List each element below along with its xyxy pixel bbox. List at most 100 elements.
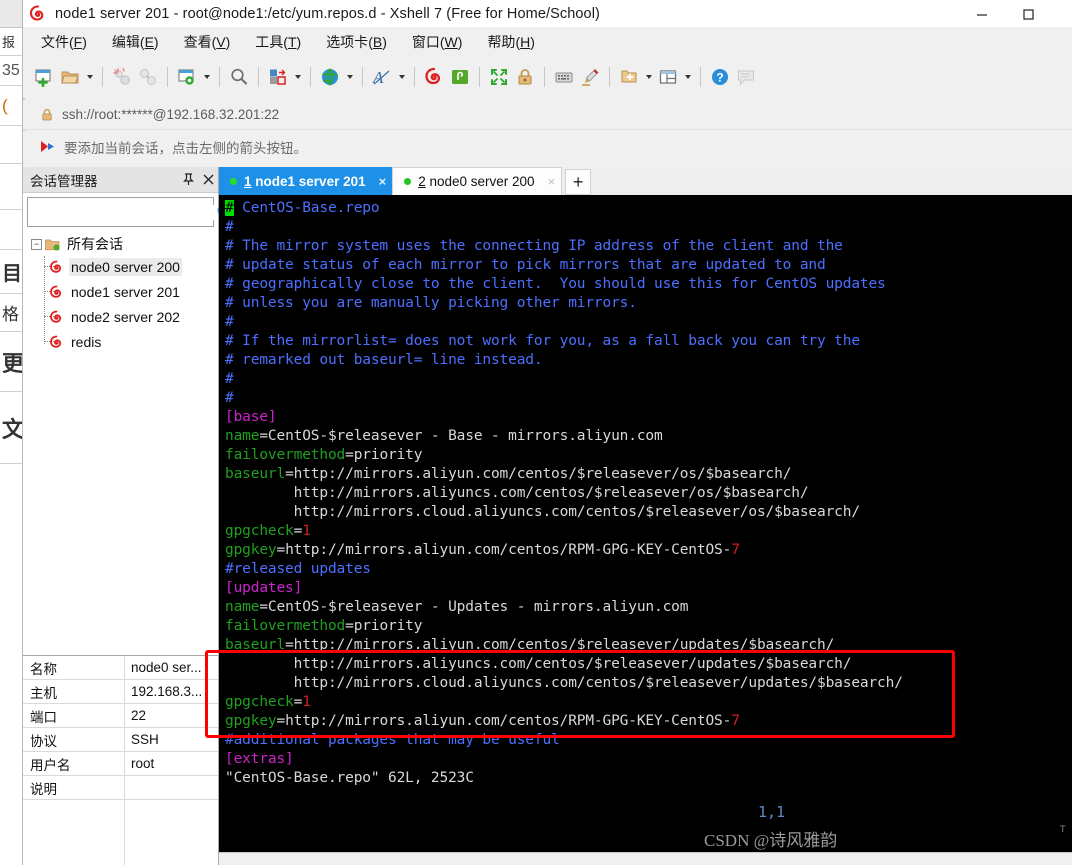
sidebar-item-label: node0 server 200 [69,257,182,276]
tab-index: 1 [244,173,252,189]
fullscreen-icon[interactable] [486,64,512,90]
terminal-line: http://mirrors.cloud.aliyuncs.com/centos… [225,503,1072,522]
xshell-session-icon [49,260,64,274]
comment-icon[interactable] [733,64,759,90]
session-search-box[interactable] [27,197,232,227]
session-properties-icon[interactable] [174,64,200,90]
folder-icon [45,238,60,251]
terminal-line: "CentOS-Base.repo" 62L, 2523C [225,769,1072,788]
sidebar-item-node2-server-202[interactable]: node2 server 202 [31,304,218,329]
reconnect-icon[interactable] [135,64,161,90]
disconnect-icon[interactable] [109,64,135,90]
layout-dropdown-arrow[interactable] [681,64,694,90]
terminal-line: #additional packages that may be useful [225,731,1072,750]
open-folder-dropdown-arrow[interactable] [83,64,96,90]
session-manager-title: 会话管理器 [30,173,98,189]
lock-icon[interactable] [512,64,538,90]
transfer-file-dropdown-arrow[interactable] [291,64,304,90]
sidebar-item-node0-server-200[interactable]: node0 server 200 [31,254,218,279]
address-bar[interactable]: ssh://root:******@192.168.32.201:22 [23,100,1072,130]
new-session-icon[interactable] [31,64,57,90]
terminal-span: http://mirrors.cloud.aliyuncs.com/centos… [225,504,860,520]
xshell-session-icon [49,285,64,299]
session-properties-dropdown-arrow[interactable] [200,64,213,90]
terminal-span: "CentOS-Base.repo" 62L, 2523C [225,770,474,786]
property-value [125,776,218,799]
toolbar-separator [310,67,311,87]
font-dropdown-arrow[interactable] [395,64,408,90]
layout-icon[interactable] [655,64,681,90]
menu-edit[interactable]: 编辑(E) [110,30,161,54]
terminal-span: #additional packages that may be useful [225,732,560,748]
new-tab-button[interactable]: + [565,169,592,195]
terminal-line: # [225,218,1072,237]
highlight-pen-icon[interactable] [577,64,603,90]
title-bar: node1 server 201 - root@node1:/etc/yum.r… [23,0,1072,27]
pin-icon[interactable] [178,169,198,191]
menu-file[interactable]: 文件(F) [39,30,89,54]
new-file-dropdown-arrow[interactable] [642,64,655,90]
xshell-app-icon [29,4,47,23]
new-file-icon[interactable] [616,64,642,90]
maximize-button[interactable] [1005,0,1051,27]
session-properties-table: 名称 node0 ser... 主机 192.168.3... 端口 22 协议… [23,655,218,865]
terminal-line: # [225,313,1072,332]
terminal-span: =http://mirrors.aliyun.com/centos/$relea… [285,466,792,482]
terminal-span: http://mirrors.cloud.aliyuncs.com/centos… [225,675,903,691]
keyboard-icon[interactable] [551,64,577,90]
property-value: node0 ser... [131,660,202,675]
watermark-trademark: T [1060,824,1066,834]
terminal-span: =CentOS-$releasever - Base - mirrors.ali… [259,428,663,444]
toolbar-separator [479,67,480,87]
web-browser-icon[interactable] [317,64,343,90]
terminal-span: [base] [225,409,277,425]
tab-close-icon[interactable]: × [548,174,556,189]
sidebar-item-redis[interactable]: redis [31,329,218,354]
property-key: 协议 [23,728,125,751]
property-key: 端口 [23,704,125,727]
tab-node1-server-201[interactable]: 1 node1 server 201 × [219,167,393,195]
find-icon[interactable] [226,64,252,90]
transfer-file-icon[interactable] [265,64,291,90]
tab-label: node0 server 200 [429,174,535,189]
xftp-icon[interactable] [447,64,473,90]
red-arrow-icon [40,140,57,154]
terminal-output[interactable]: # CentOS-Base.repo # # The mirror system u… [219,195,1072,852]
tab-node0-server-200[interactable]: 2 node0 server 200 × [392,167,563,195]
help-icon[interactable]: ? [707,64,733,90]
xshell-session-icon [49,335,64,349]
close-button[interactable] [1051,0,1072,27]
terminal-span: [updates] [225,580,303,596]
menu-bar: 文件(F) 编辑(E) 查看(V) 工具(T) 选项卡(B) 窗口(W) 帮助(… [23,27,1072,56]
terminal-span: baseurl [225,466,286,482]
sidebar-item-node1-server-201[interactable]: node1 server 201 [31,279,218,304]
web-browser-dropdown-arrow[interactable] [343,64,356,90]
collapse-toggle-icon[interactable]: − [31,238,42,250]
session-search-input[interactable] [28,204,216,220]
terminal-line: gpgkey=http://mirrors.aliyun.com/centos/… [225,712,1072,731]
font-icon[interactable]: A [369,64,395,90]
address-value: ssh://root:******@192.168.32.201:22 [62,107,280,122]
open-folder-icon[interactable] [57,64,83,90]
menu-tools[interactable]: 工具(T) [253,30,303,54]
terminal-line: # If the mirrorlist= does not work for y… [225,332,1072,351]
menu-tabs[interactable]: 选项卡(B) [324,30,389,54]
session-tree-root[interactable]: − 所有会话 [31,234,218,254]
terminal-span: [extras] [225,751,294,767]
terminal-span: # geographically close to the client. Yo… [225,276,886,292]
terminal-span: # update status of each mirror to pick m… [225,257,826,273]
terminal-span: #released updates [225,561,371,577]
terminal-span: baseurl [225,637,286,653]
terminal-span: = [293,523,303,539]
menu-window[interactable]: 窗口(W) [410,30,465,54]
property-value: SSH [131,732,159,747]
minimize-button[interactable] [959,0,1005,27]
terminal-span: name [225,599,260,615]
menu-help[interactable]: 帮助(H) [485,30,536,54]
menu-view[interactable]: 查看(V) [182,30,233,54]
tab-strip: 1 node1 server 201 × 2 node0 server 200 … [219,167,1072,195]
tab-close-icon[interactable]: × [379,174,387,189]
terminal-span: http://mirrors.aliyuncs.com/centos/$rele… [225,656,852,672]
close-icon[interactable] [198,169,218,191]
xshell-icon[interactable] [421,64,447,90]
